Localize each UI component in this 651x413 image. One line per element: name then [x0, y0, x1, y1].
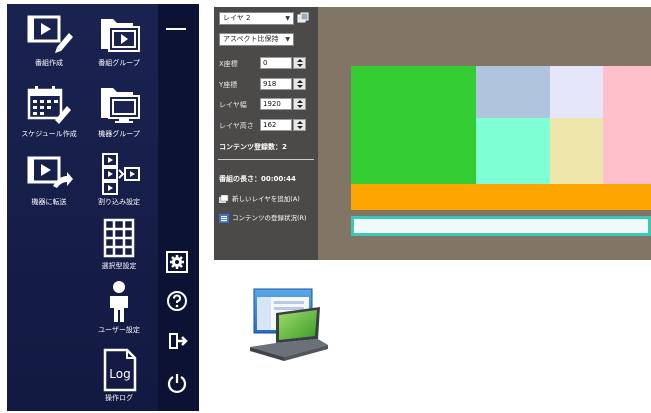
power-button[interactable] [166, 372, 188, 394]
layer-region-pink[interactable] [603, 66, 651, 118]
layer-copy-icon[interactable] [297, 12, 309, 24]
width-spinner[interactable] [293, 98, 306, 110]
logout-button[interactable] [166, 330, 188, 352]
layer-region-orange[interactable] [351, 184, 651, 210]
layer-select-value: レイヤ 2 [223, 14, 251, 22]
laptop-window-icon[interactable] [246, 287, 330, 363]
menu-item-device-group[interactable]: 機器グループ [84, 84, 154, 139]
menu-item-program-group[interactable]: 番組グループ [84, 13, 154, 68]
logout-icon [169, 333, 188, 349]
menu-item-label: 機器グループ [98, 130, 140, 138]
menu-item-schedule-create[interactable]: スケジュール作成 [14, 84, 84, 139]
menu-item-label: 番組グループ [98, 59, 140, 67]
menu-item-selection-settings[interactable]: 選択型設定 [84, 216, 154, 271]
send-to-device-icon [27, 156, 73, 188]
log-icon-text: Log [109, 367, 130, 381]
device-group-icon [101, 88, 140, 123]
grid-icon [103, 218, 135, 258]
aspect-select[interactable]: アスペクト比保持 ▼ [219, 33, 294, 46]
x-input[interactable]: 0 [260, 57, 292, 69]
power-icon [167, 374, 187, 394]
height-spinner[interactable] [293, 119, 306, 131]
menu-item-label: 番組作成 [35, 59, 63, 67]
program-group-icon [101, 19, 140, 52]
y-spinner[interactable] [293, 78, 306, 90]
menu-item-user-settings[interactable]: ユーザー設定 [84, 280, 154, 335]
layer-select[interactable]: レイヤ 2 ▼ [219, 12, 294, 25]
menu-item-operation-log[interactable]: Log 操作ログ [84, 348, 154, 403]
layer-region-pink-lower[interactable] [603, 118, 651, 184]
content-status-link[interactable]: コンテンツの登録状況(R) [219, 212, 307, 223]
menu-toggle-icon[interactable] [166, 28, 186, 30]
layer-region-lavender[interactable] [550, 66, 603, 118]
content-status-label: コンテンツの登録状況(R) [232, 214, 307, 222]
height-input[interactable]: 162 [260, 119, 292, 131]
aspect-select-value: アスペクト比保持 [223, 35, 279, 43]
menu-item-label: 割り込み設定 [98, 198, 140, 206]
menu-item-label: ユーザー設定 [98, 326, 140, 334]
interrupt-icon [102, 153, 140, 195]
content-status-icon [219, 213, 229, 223]
content-count: コンテンツ登録数：2 [219, 143, 287, 151]
layer-region-khaki[interactable] [550, 118, 603, 184]
menu-item-label: 操作ログ [105, 394, 133, 402]
width-input[interactable]: 1920 [260, 98, 292, 110]
layer-region-lightsteelblue[interactable] [476, 66, 550, 118]
layer-region-selected[interactable] [351, 216, 651, 236]
height-label: レイヤ高さ [219, 122, 254, 130]
layer-region-green[interactable] [351, 66, 476, 184]
video-edit-icon [27, 15, 73, 53]
menu-item-label: 選択型設定 [101, 262, 137, 270]
add-layer-label: 新しいレイヤを追加(A) [232, 195, 300, 203]
chevron-down-icon: ▼ [285, 15, 290, 22]
menu-item-label: 機器に転送 [31, 198, 67, 206]
screen: 番組作成 番組グループ スケジュール作成 機器グループ 機器に転送 割り込み設定… [0, 0, 651, 413]
log-icon: Log [103, 348, 137, 392]
menu-item-interrupt-settings[interactable]: 割り込み設定 [84, 152, 154, 207]
chevron-down-icon: ▼ [285, 36, 290, 43]
y-label: Y座標 [219, 81, 238, 89]
divider [218, 159, 314, 160]
help-button[interactable] [166, 290, 188, 312]
y-input[interactable]: 918 [260, 78, 292, 90]
settings-icon [166, 251, 188, 273]
x-label: X座標 [219, 60, 238, 68]
help-icon [167, 291, 187, 311]
menu-item-program-create[interactable]: 番組作成 [14, 13, 84, 68]
x-spinner[interactable] [293, 57, 306, 69]
user-icon [110, 281, 128, 322]
add-layer-link[interactable]: 新しいレイヤを追加(A) [219, 193, 300, 204]
layer-region-aquamarine[interactable] [476, 118, 550, 184]
menu-item-label: スケジュール作成 [21, 130, 77, 138]
program-duration: 番組の長さ：00:00:44 [219, 175, 296, 183]
width-label: レイヤ幅 [219, 101, 247, 109]
add-layer-icon [219, 194, 229, 203]
menu-item-send-to-device[interactable]: 機器に転送 [14, 152, 84, 207]
settings-button[interactable] [166, 251, 188, 273]
calendar-edit-icon [27, 86, 71, 124]
